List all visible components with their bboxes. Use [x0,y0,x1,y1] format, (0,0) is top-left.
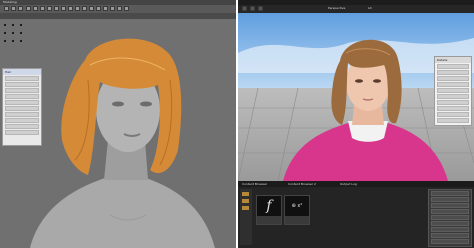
function-icon: ⊕ x² [291,203,303,209]
details-row[interactable] [437,100,469,105]
details-row[interactable] [431,209,469,214]
hair-panel-header: Hair [3,69,41,75]
details-panel-header: Details [435,57,471,63]
hair-panel-row[interactable] [5,124,39,129]
hair-panel-row[interactable] [5,130,39,135]
details-row[interactable] [431,227,469,232]
hair-panel-row[interactable] [5,100,39,105]
content-browser-tabs: Content Browser Content Browser 2 Output… [238,181,474,187]
tab-content-browser[interactable]: Content Browser [240,181,269,187]
asset-tile[interactable]: f [256,195,282,225]
hair-panel-row[interactable] [5,82,39,87]
details-row[interactable] [437,70,469,75]
details-row[interactable] [437,94,469,99]
folder-icon[interactable] [242,199,249,203]
details-row[interactable] [437,88,469,93]
hair-panel-row[interactable] [5,76,39,81]
folder-icon[interactable] [242,192,249,196]
hair-panel-row[interactable] [5,94,39,99]
details-row[interactable] [431,191,469,196]
tab-content-browser-2[interactable]: Content Browser 2 [286,181,318,187]
unreal-window: Perspective Lit Details Content Browser … [238,0,474,248]
details-row[interactable] [431,215,469,220]
details-row[interactable] [437,106,469,111]
hair-panel-row[interactable] [5,118,39,123]
asset-name [285,216,309,224]
unreal-play-icon[interactable] [242,6,247,11]
unreal-right-details [428,189,472,247]
hair-panel-row[interactable] [5,112,39,117]
details-row[interactable] [431,239,469,244]
hair-panel-row[interactable] [5,88,39,93]
content-browser: Content Browser Content Browser 2 Output… [238,181,474,248]
maya-window: Modeling Hair [0,0,236,248]
tab-output-log[interactable]: Output Log [338,181,359,187]
details-row[interactable] [437,76,469,81]
details-row[interactable] [437,64,469,69]
folder-icon[interactable] [242,206,249,210]
details-row[interactable] [437,112,469,117]
viewport-mode-label[interactable]: Perspective [328,7,345,10]
asset-tile[interactable]: ⊕ x² [284,195,310,225]
hair-panel-row[interactable] [5,106,39,111]
unreal-details-panel: Details [434,56,472,126]
details-row[interactable] [431,221,469,226]
details-row[interactable] [431,203,469,208]
hair-tool-panel: Hair [2,68,42,146]
details-row[interactable] [431,197,469,202]
asset-name [257,216,281,224]
folder-tree [240,189,252,245]
unreal-toolbar: Perspective Lit [238,5,474,13]
unreal-play-icon[interactable] [258,6,263,11]
details-row[interactable] [437,82,469,87]
viewport-view-label[interactable]: Lit [368,7,372,10]
unreal-play-icon[interactable] [250,6,255,11]
details-row[interactable] [437,118,469,123]
details-row[interactable] [431,233,469,238]
function-icon: f [266,198,272,214]
